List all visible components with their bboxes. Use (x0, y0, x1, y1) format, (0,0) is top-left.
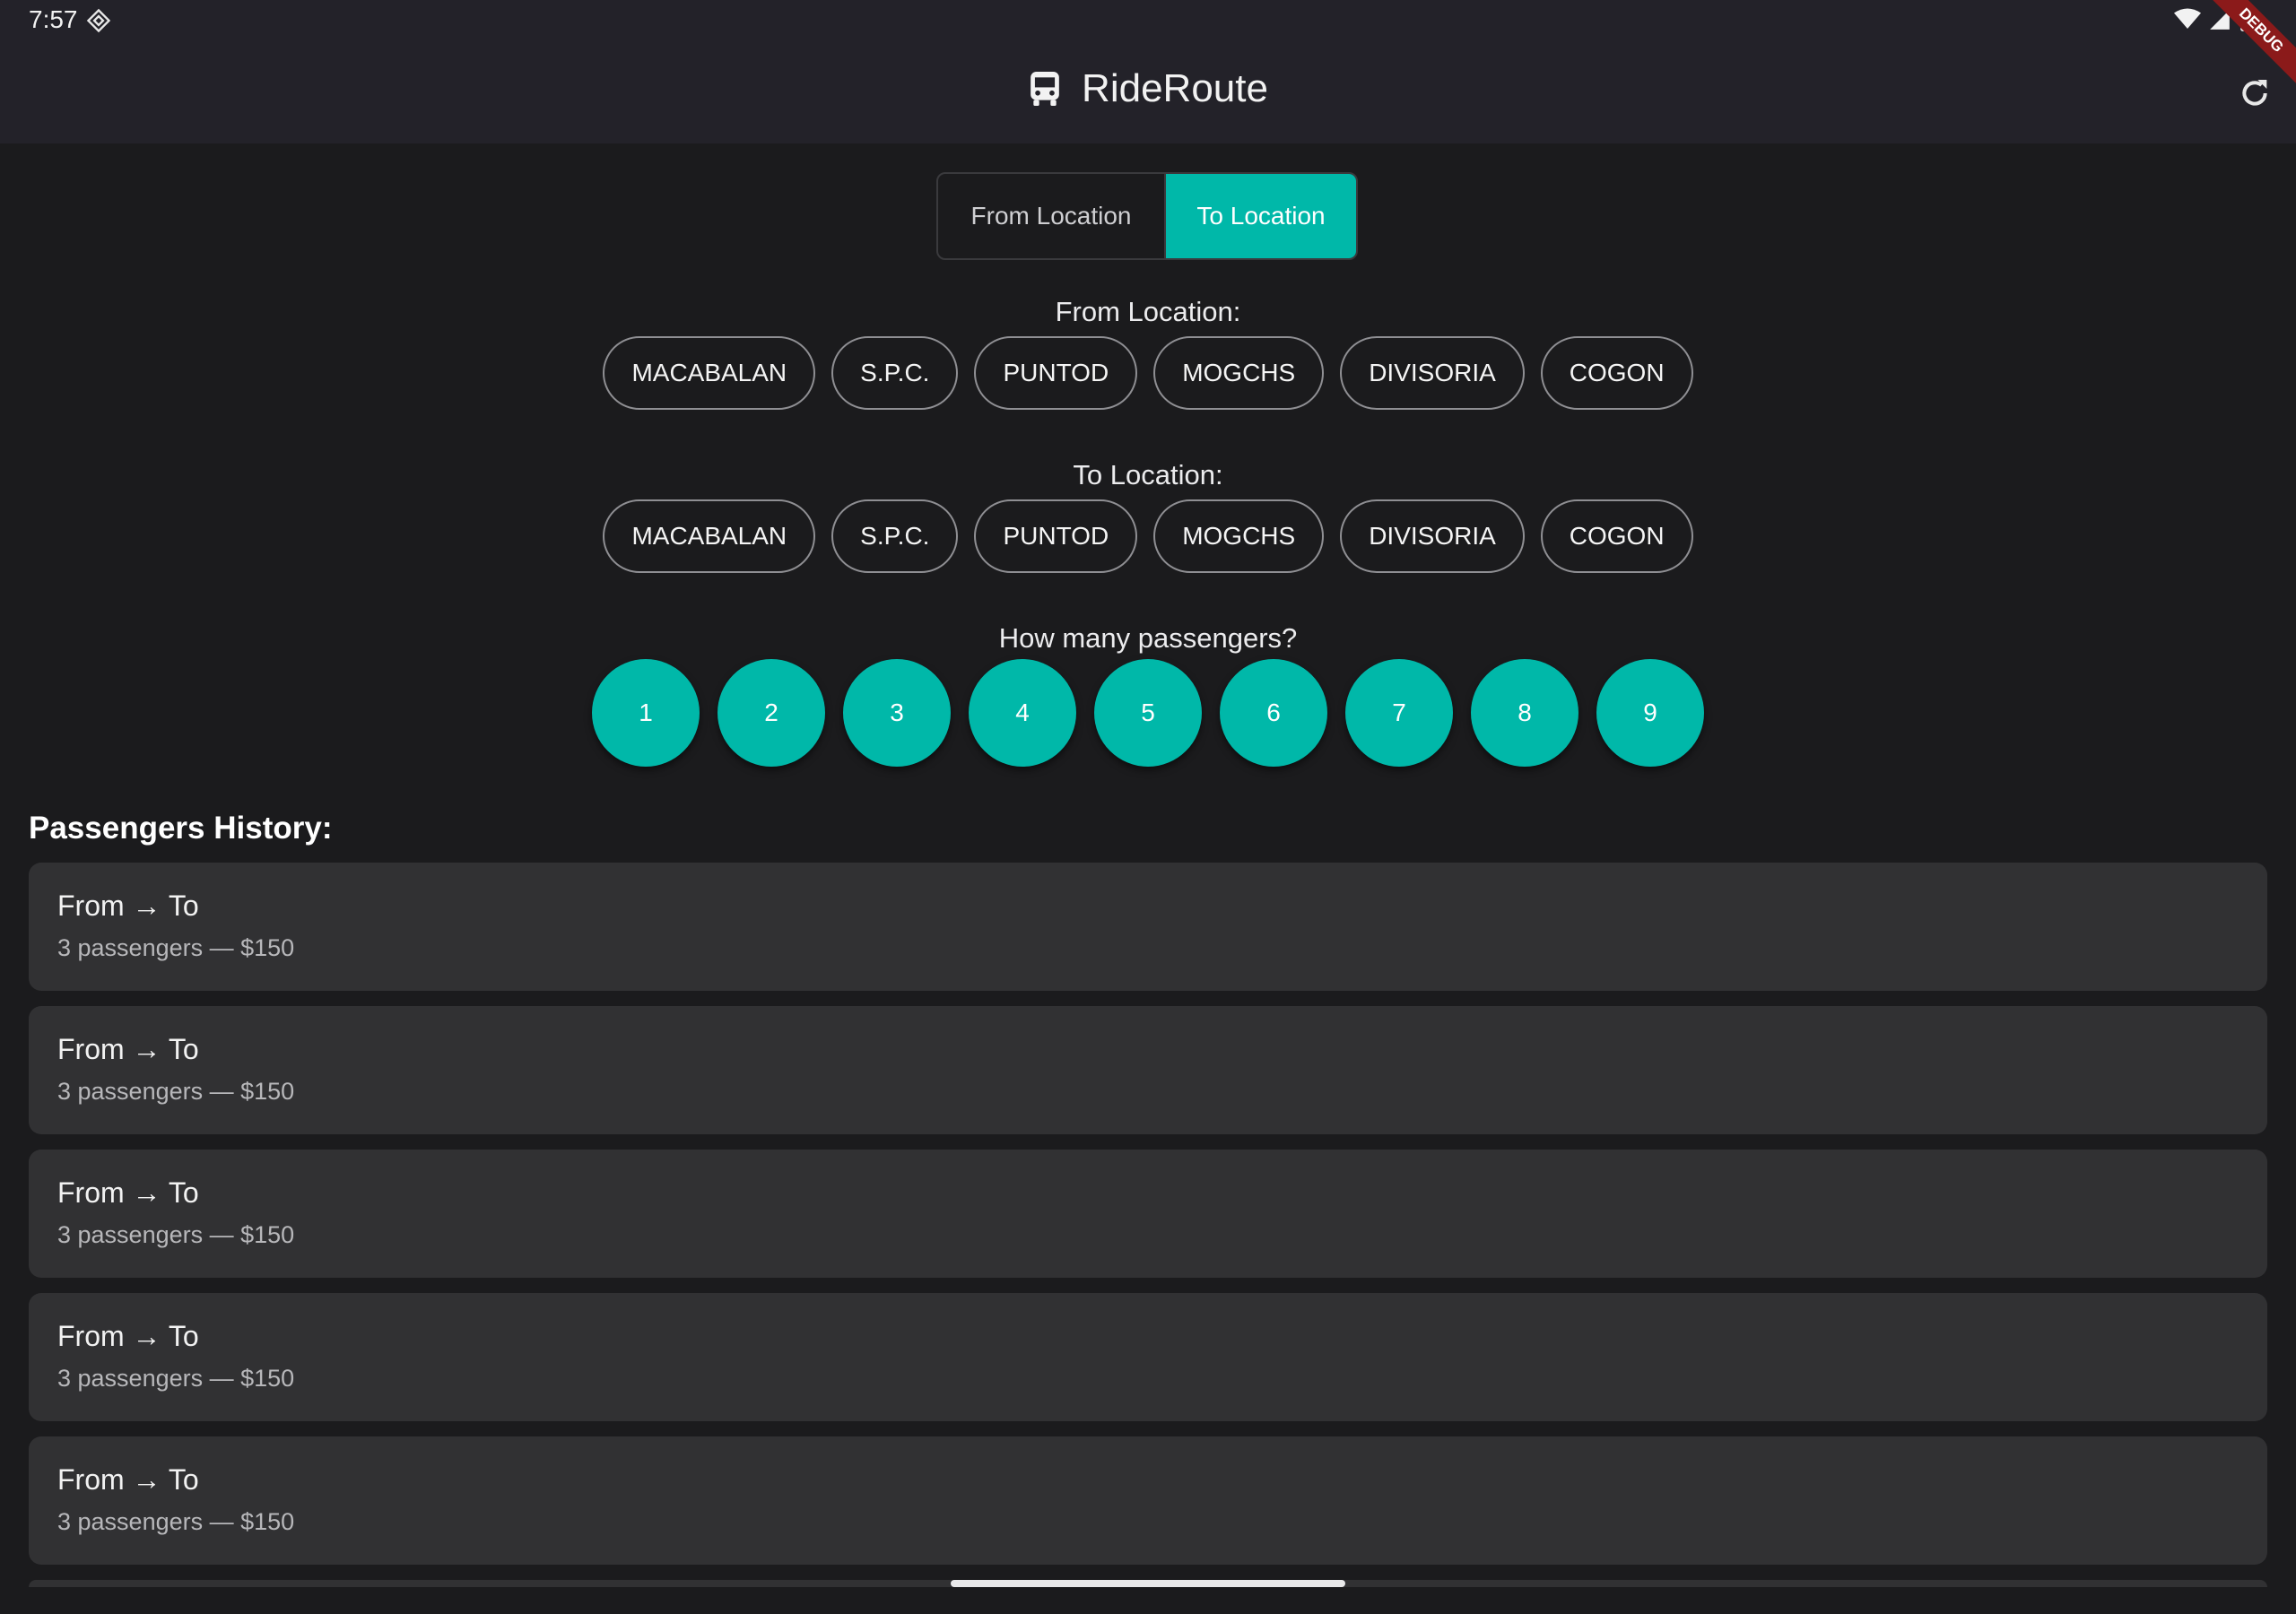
passenger-count-9[interactable]: 9 (1596, 659, 1704, 767)
passenger-count-buttons: 1 2 3 4 5 6 7 8 9 (0, 659, 2296, 767)
refresh-icon[interactable] (2237, 75, 2273, 111)
bus-icon (1031, 72, 1059, 106)
history-detail: 3 passengers — $150 (57, 1508, 295, 1535)
location-mode-toggle: From Location To Location (936, 172, 1358, 260)
history-title: Passengers History: (29, 811, 333, 846)
status-time: 7:57 (29, 5, 78, 33)
history-route: From → To (57, 1463, 199, 1496)
gesture-home-bar[interactable] (951, 1580, 1345, 1587)
from-chip-puntod[interactable]: PUNTOD (974, 336, 1138, 410)
passenger-count-1[interactable]: 1 (592, 659, 700, 767)
to-chip-spc[interactable]: S.P.C. (831, 499, 959, 573)
app-title: RideRoute (1082, 66, 1268, 110)
toggle-to-location[interactable]: To Location (1166, 174, 1356, 258)
from-location-chips: MACABALAN S.P.C. PUNTOD MOGCHS DIVISORIA… (0, 336, 2296, 410)
history-card[interactable]: From → To 3 passengers — $150 (29, 1006, 2267, 1134)
passengers-question: How many passengers? (998, 622, 1298, 654)
from-chip-spc[interactable]: S.P.C. (831, 336, 959, 410)
status-bar: 7:57 (0, 0, 2296, 45)
history-list: From → To 3 passengers — $150 From → To … (29, 863, 2267, 1587)
passenger-count-5[interactable]: 5 (1094, 659, 1202, 767)
toggle-from-location[interactable]: From Location (938, 174, 1166, 258)
to-chip-mogchs[interactable]: MOGCHS (1153, 499, 1325, 573)
history-detail: 3 passengers — $150 (57, 1078, 295, 1105)
app-title-group: RideRoute (0, 66, 2296, 111)
history-card[interactable]: From → To 3 passengers — $150 (29, 1436, 2267, 1565)
to-location-chips: MACABALAN S.P.C. PUNTOD MOGCHS DIVISORIA… (0, 499, 2296, 573)
to-chip-divisoria[interactable]: DIVISORIA (1340, 499, 1525, 573)
passenger-count-6[interactable]: 6 (1220, 659, 1327, 767)
to-chip-puntod[interactable]: PUNTOD (974, 499, 1138, 573)
wifi-icon (2174, 8, 2201, 29)
from-location-label: From Location: (1055, 296, 1241, 327)
to-chip-macabalan[interactable]: MACABALAN (603, 499, 816, 573)
history-route: From → To (57, 1320, 199, 1352)
from-chip-cogon[interactable]: COGON (1540, 336, 1693, 410)
history-detail: 3 passengers — $150 (57, 934, 295, 961)
from-chip-divisoria[interactable]: DIVISORIA (1340, 336, 1525, 410)
history-detail: 3 passengers — $150 (57, 1221, 295, 1248)
history-card[interactable]: From → To 3 passengers — $150 (29, 863, 2267, 991)
history-route: From → To (57, 1176, 199, 1209)
passenger-count-2[interactable]: 2 (718, 659, 825, 767)
history-route: From → To (57, 889, 199, 922)
to-chip-cogon[interactable]: COGON (1540, 499, 1693, 573)
passenger-count-3[interactable]: 3 (843, 659, 951, 767)
to-location-label: To Location: (1073, 459, 1223, 490)
history-card[interactable]: From → To 3 passengers — $150 (29, 1150, 2267, 1278)
from-chip-macabalan[interactable]: MACABALAN (603, 336, 816, 410)
passenger-count-8[interactable]: 8 (1471, 659, 1578, 767)
history-route: From → To (57, 1033, 199, 1065)
passenger-count-7[interactable]: 7 (1345, 659, 1453, 767)
from-chip-mogchs[interactable]: MOGCHS (1153, 336, 1325, 410)
passenger-count-4[interactable]: 4 (969, 659, 1076, 767)
history-card[interactable]: From → To 3 passengers — $150 (29, 1293, 2267, 1421)
system-notification-icon (86, 8, 111, 33)
history-detail: 3 passengers — $150 (57, 1365, 295, 1392)
app-bar: 7:57 DEBUG RideRoute (0, 0, 2296, 143)
